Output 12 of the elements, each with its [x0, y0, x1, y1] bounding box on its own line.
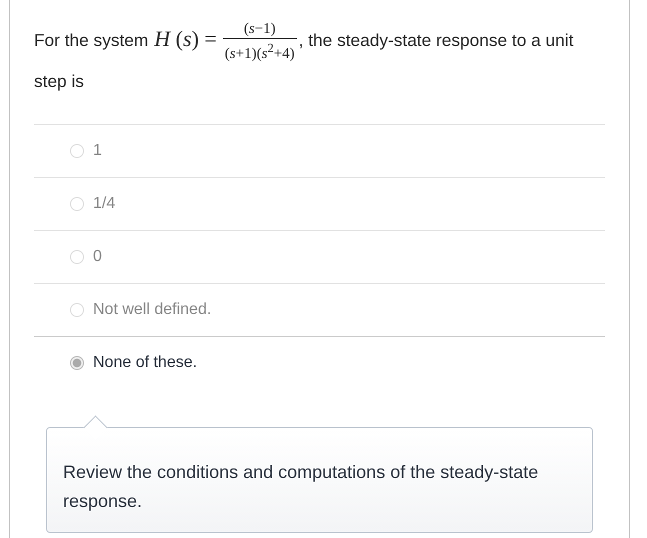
- option-label[interactable]: 1: [93, 142, 102, 160]
- radio-button[interactable]: [70, 144, 84, 158]
- option-label[interactable]: None of these.: [93, 354, 198, 372]
- radio-button[interactable]: [70, 356, 84, 370]
- option-label[interactable]: Not well defined.: [93, 301, 212, 319]
- radio-button[interactable]: [70, 303, 84, 317]
- radio-button[interactable]: [70, 250, 84, 264]
- option-label[interactable]: 1/4: [93, 195, 116, 213]
- radio-button[interactable]: [70, 197, 84, 211]
- option-label[interactable]: 0: [93, 248, 102, 266]
- question-text: For the system H (s) = (s−1) (s+1)(s$^{2}$+4) , the steady-state response to a unit step is: [34, 20, 574, 93]
- feedback-text: Review the conditions and computations of the steady-state response.: [63, 462, 538, 511]
